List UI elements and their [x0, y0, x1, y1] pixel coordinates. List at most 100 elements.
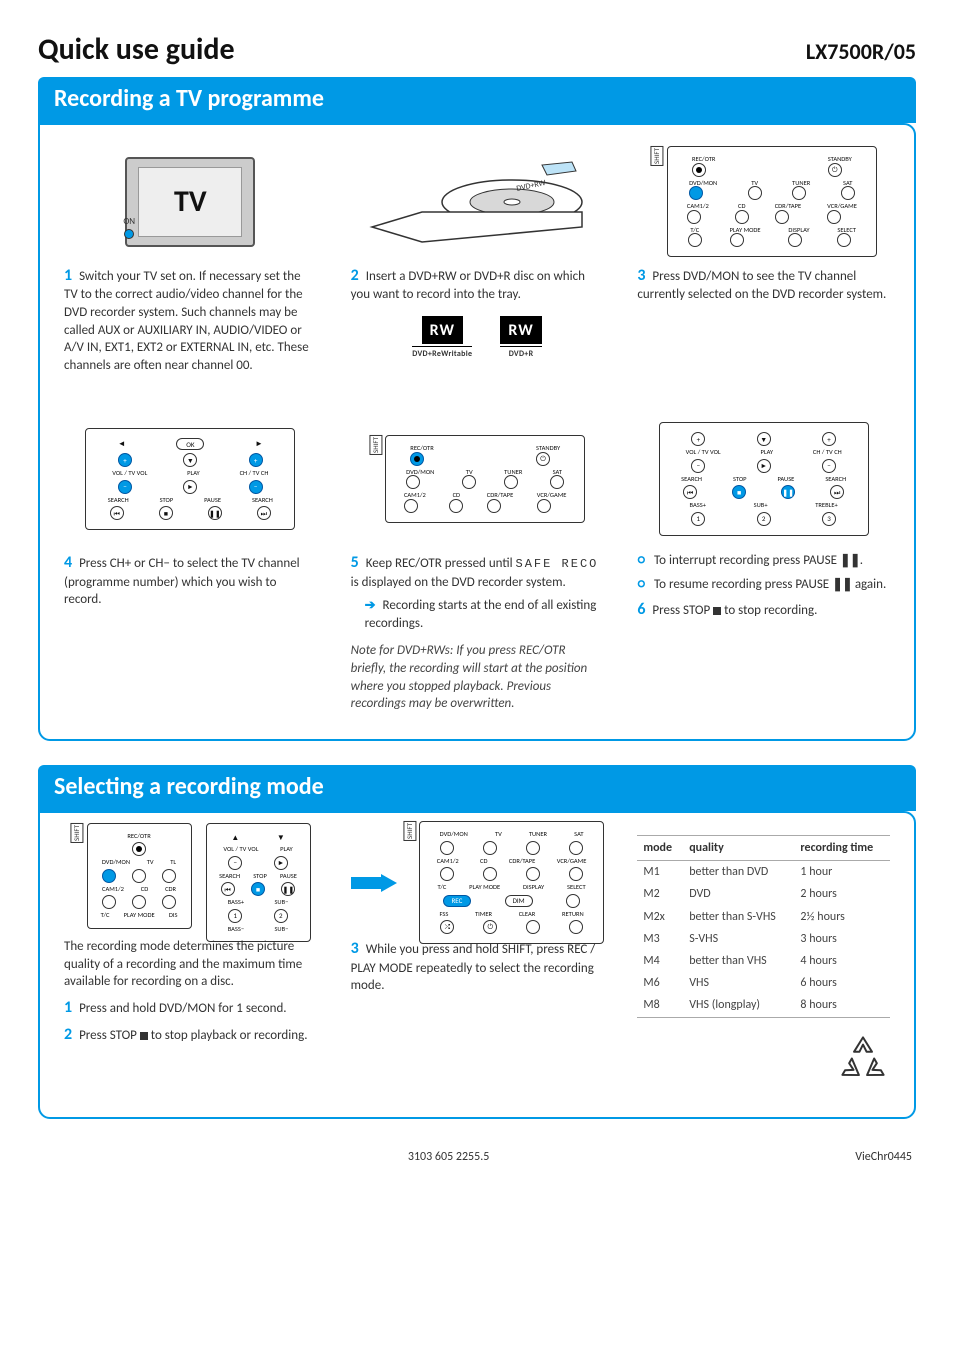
section1-title: Recording a TV programme — [38, 77, 916, 123]
dvdmon-hi-icon — [102, 869, 116, 883]
lbl-tc: T/C — [688, 227, 702, 234]
panel-remote-combo-illustration: SHIFT REC/OTR DVD/MON TV TL CAM1/2 — [64, 835, 317, 930]
lbl-chtv: CH / TV CH — [240, 470, 269, 477]
s2-step2a: Press STOP — [79, 1028, 140, 1043]
lbl-bassp: BASS+ — [690, 502, 706, 509]
tv-on-dot-icon — [124, 229, 134, 239]
shift-label: SHIFT — [650, 146, 663, 166]
lbl-voltv: VOL / TV VOL — [112, 470, 147, 477]
tc-button-icon — [688, 233, 702, 247]
s1-col2: DVD+RW 2 Insert a DVD+RW or DVD+R disc o… — [351, 147, 604, 374]
step5-code: SAFE RECO — [516, 557, 599, 571]
bullet-icon-2: ○ — [637, 575, 645, 592]
stop-glyph-2 — [140, 1032, 148, 1040]
lbl-search-r: SEARCH — [252, 497, 273, 504]
lbl-voltv3: VOL / TV VOL — [223, 846, 258, 853]
lbl-standby: STANDBY — [828, 156, 852, 163]
cam-icon-2 — [404, 499, 418, 513]
lbl-tv3: TV — [147, 859, 154, 866]
s2-colA: SHIFT REC/OTR DVD/MON TV TL CAM1/2 — [64, 835, 317, 1091]
s1-col6: + ▼ + VOL / TV VOL PLAY CH / TV CH − ► − — [637, 414, 890, 712]
step2-text: 2 Insert a DVD+RW or DVD+R disc on which… — [351, 265, 604, 304]
panel-illustration-2: SHIFT REC/OTR STANDBY⏻ DVD/MON TV TUNER … — [351, 414, 604, 544]
vol-minus-icon-2: − — [691, 459, 705, 473]
lbl-tv2: TV — [462, 469, 476, 476]
rew-icon: ⏮ — [110, 506, 124, 520]
lbl-fss: FSS — [439, 911, 448, 918]
vol-minus-icon: − — [118, 480, 132, 494]
table-row: M1better than DVD1 hour — [637, 861, 890, 884]
bullet-icon-1: ○ — [637, 551, 645, 568]
lbl-voltv2: VOL / TV VOL — [686, 449, 721, 456]
table-row: M8VHS (longplay)8 hours — [637, 994, 890, 1017]
section1-box: TV ON 1 Switch your TV set on. If necess… — [38, 123, 916, 741]
lbl-cam: CAM1/2 — [687, 203, 709, 210]
s1-col1: TV ON 1 Switch your TV set on. If necess… — [64, 147, 317, 374]
step5-arrow-line: ➔ Recording starts at the end of all exi… — [365, 597, 604, 632]
table-row: M2DVD2 hours — [637, 883, 890, 905]
play-arrow-icon-2: ► — [757, 459, 771, 473]
ffw-icon-2: ⏭ — [830, 485, 844, 499]
lbl-rec: REC/OTR — [692, 156, 715, 163]
footer-right: VieChr0445 — [855, 1149, 912, 1165]
step6-line: 6 Press STOP to stop recording. — [637, 599, 890, 621]
standby-button-icon: ⏻ — [828, 163, 842, 177]
lbl-vcr: VCR/GAME — [827, 203, 857, 210]
lbl-timer: TIMER — [475, 911, 492, 918]
ch-plus-icon-2: + — [822, 432, 836, 446]
step1-body: Switch your TV set on. If necessary set … — [64, 269, 309, 373]
lbl-select: SELECT — [837, 227, 856, 234]
lbl-stop2: STOP — [733, 476, 747, 483]
step3-num: 3 — [637, 266, 645, 285]
vcr-icon-2 — [537, 499, 551, 513]
s2-step1: 1 Press and hold DVD/MON for 1 second. — [64, 997, 317, 1019]
remote-illustration-2: + ▼ + VOL / TV VOL PLAY CH / TV CH − ► − — [637, 414, 890, 544]
dvdmon-button-icon — [689, 186, 703, 200]
lbl-dvdmon3: DVD/MON — [102, 859, 130, 866]
lbl-tuner2: TUNER — [504, 469, 522, 476]
tip1b: . — [860, 553, 863, 568]
lbl-vcr2: VCR/GAME — [537, 492, 567, 499]
standby-icon-2: ⏻ — [536, 452, 550, 466]
lbl-play3: PLAY — [280, 846, 293, 853]
rec-playmode-hi-icon: REC — [443, 895, 471, 907]
step5-num: 5 — [351, 553, 359, 572]
lbl-pause2: PAUSE — [777, 476, 794, 483]
pause-icon: ❚❚ — [208, 506, 222, 520]
tip2-line: ○ To resume recording press PAUSE ❚❚ aga… — [637, 576, 890, 594]
lbl-rec3: REC/OTR — [127, 833, 150, 840]
up-arrow-icon: ▲ — [231, 833, 239, 844]
lbl-clear: CLEAR — [519, 911, 536, 918]
step6a: Press STOP — [652, 603, 713, 618]
display-button-icon — [788, 233, 802, 247]
lbl-display: DISPLAY — [788, 227, 809, 234]
lbl-tc3: T/C — [101, 912, 110, 919]
recycle-icon — [637, 1032, 890, 1092]
down-arrow-icon: ▼ — [183, 453, 197, 467]
lbl-play: PLAY — [187, 470, 200, 477]
blue-arrow-icon — [351, 874, 397, 892]
th-quality: quality — [683, 836, 794, 861]
cd-icon-2 — [449, 499, 463, 513]
stop-hi-icon-2: ■ — [251, 882, 265, 896]
dim-button-icon: DIM — [505, 895, 533, 907]
rec-button-hi-icon — [410, 452, 424, 466]
lbl-dvdmon: DVD/MON — [689, 180, 717, 187]
tip2b: again. — [852, 577, 886, 592]
s2-step3-body: While you press and hold SHIFT, press RE… — [351, 942, 596, 993]
s2-step2b: to stop playback or recording. — [148, 1028, 308, 1043]
step4-body: Press CH+ or CH− to select the TV channe… — [64, 556, 300, 607]
tv-icon-2 — [462, 475, 476, 489]
lbl-search-r2: SEARCH — [825, 476, 846, 483]
cdr-icon-2 — [487, 499, 501, 513]
lbl-cdr: CDR/TAPE — [775, 203, 801, 210]
down-arrow-icon-2: ▼ — [757, 432, 771, 446]
lbl-tuner: TUNER — [792, 180, 810, 187]
table-row: M2xbetter than S-VHS2½ hours — [637, 906, 890, 928]
step6b: to stop recording. — [721, 603, 817, 618]
stop-hi-icon: ■ — [732, 485, 746, 499]
page-footer: 3103 605 2255.5 VieChr0445 — [38, 1143, 916, 1165]
panel-illustration-3: SHIFT DVD/MON TV TUNER SAT CAM1/2 CD CD — [351, 835, 604, 930]
left-arrow-icon: ◄ — [118, 439, 126, 450]
recording-modes-table: mode quality recording time M1better tha… — [637, 835, 890, 1018]
